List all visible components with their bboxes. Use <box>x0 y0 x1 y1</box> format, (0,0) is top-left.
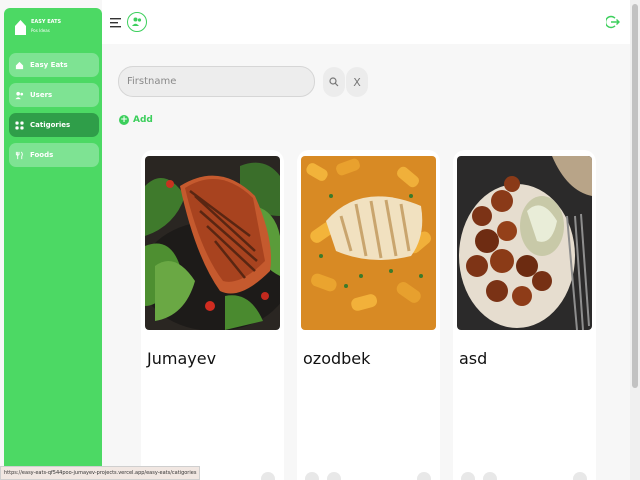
category-title: Jumayev <box>147 349 217 368</box>
brand-subtitle: Pos Ideas <box>31 28 50 33</box>
status-bar-url: https://easy-eats-qf544poo-jumayev-proje… <box>0 466 201 480</box>
app-window: EASY EATS Pos Ideas Easy Eats Users Cati… <box>0 0 630 480</box>
sidebar-item-label: Catigories <box>30 121 71 129</box>
brand-name: EASY EATS <box>31 19 62 25</box>
food-icon <box>15 151 23 159</box>
search-icon <box>329 77 339 87</box>
search-input[interactable] <box>119 67 314 96</box>
avatar[interactable] <box>127 12 147 32</box>
sidebar-item-foods[interactable]: Foods <box>9 143 99 167</box>
home-icon <box>15 61 24 69</box>
users-icon <box>132 17 142 26</box>
search-button[interactable] <box>323 67 345 97</box>
card-edit-button[interactable] <box>461 472 475 480</box>
sidebar-item-easy-eats[interactable]: Easy Eats <box>9 53 99 77</box>
card-delete-button[interactable] <box>483 472 497 480</box>
add-button-label: Add <box>133 115 153 125</box>
category-title: ozodbek <box>303 349 371 368</box>
sidebar-item-catigories[interactable]: Catigories <box>9 113 99 137</box>
category-image <box>301 156 436 330</box>
category-card[interactable]: ozodbek <box>297 150 440 480</box>
add-button[interactable]: + Add <box>119 115 153 125</box>
search-field[interactable] <box>118 66 315 97</box>
category-image <box>145 156 280 330</box>
scrollbar[interactable] <box>630 0 640 480</box>
sidebar-item-label: Foods <box>30 151 54 159</box>
sidebar: EASY EATS Pos Ideas Easy Eats Users Cati… <box>4 8 102 480</box>
users-icon <box>15 91 24 99</box>
scrollbar-thumb[interactable] <box>632 4 638 388</box>
sidebar-item-label: Easy Eats <box>30 61 68 69</box>
hamburger-menu-icon[interactable] <box>110 17 121 28</box>
card-edit-button[interactable] <box>305 472 319 480</box>
clear-search-button[interactable]: X <box>346 67 368 97</box>
category-image <box>457 156 592 330</box>
plus-icon: + <box>119 115 129 125</box>
card-action-button[interactable] <box>417 472 431 480</box>
brand[interactable]: EASY EATS Pos Ideas <box>14 18 61 36</box>
card-delete-button[interactable] <box>327 472 341 480</box>
category-card[interactable]: asd <box>453 150 596 480</box>
category-title: asd <box>459 349 488 368</box>
card-action-button[interactable] <box>573 472 587 480</box>
logout-icon[interactable] <box>606 15 620 29</box>
home-logo-icon <box>15 20 26 35</box>
grid-icon <box>15 120 24 130</box>
sidebar-item-users[interactable]: Users <box>9 83 99 107</box>
sidebar-item-label: Users <box>30 91 53 99</box>
top-bar <box>102 0 630 44</box>
category-card[interactable]: Jumayev <box>141 150 284 480</box>
card-action-button[interactable] <box>261 472 275 480</box>
